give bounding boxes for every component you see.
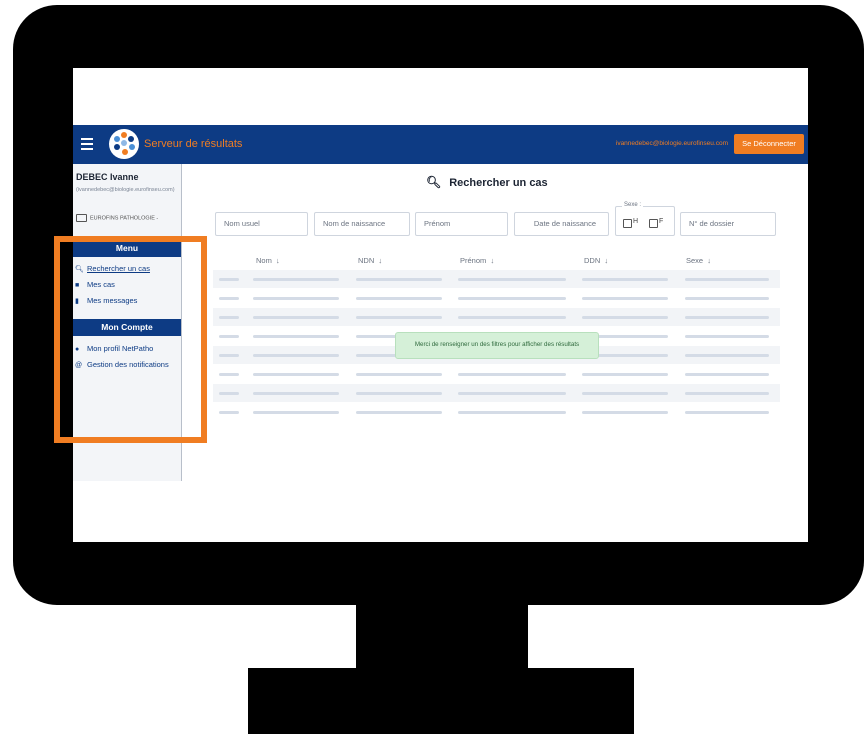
sexe-f-label: F: [659, 218, 664, 225]
skeleton-cell: [253, 354, 339, 357]
skeleton-cell: [458, 278, 566, 281]
column-header-nom[interactable]: Nom ↓: [256, 256, 280, 265]
skeleton-cell: [582, 411, 668, 414]
date-naissance-input[interactable]: Date de naissance: [514, 212, 609, 236]
skeleton-cell: [582, 316, 668, 319]
numero-dossier-input[interactable]: N° de dossier: [680, 212, 776, 236]
skeleton-cell: [356, 278, 442, 281]
skeleton-cell: [253, 278, 339, 281]
skeleton-cell: [458, 373, 566, 376]
organization-label: EUROFINS PATHOLOGIE -: [90, 215, 159, 222]
skeleton-cell: [356, 373, 442, 376]
column-header-prenom[interactable]: Prénom ↓: [460, 256, 494, 265]
monitor-stand-base: [248, 668, 634, 734]
column-header-ndn[interactable]: NDN ↓: [358, 256, 382, 265]
skeleton-cell: [356, 392, 442, 395]
arrow-down-icon: ↓: [707, 256, 712, 265]
skeleton-cell: [219, 411, 239, 414]
skeleton-cell: [253, 297, 339, 300]
monitor-stand-neck: [356, 600, 528, 672]
highlight-box: [54, 236, 207, 443]
skeleton-cell: [685, 335, 769, 338]
skeleton-cell: [253, 316, 339, 319]
hamburger-menu-icon[interactable]: [81, 138, 93, 150]
logout-button[interactable]: Se Déconnecter: [734, 134, 804, 154]
table-row: [213, 270, 780, 288]
skeleton-cell: [458, 297, 566, 300]
header-user-email[interactable]: ivannedebec@biologie.eurofinseu.com: [616, 140, 728, 147]
skeleton-cell: [219, 316, 239, 319]
sexe-f-checkbox[interactable]: [649, 219, 658, 228]
sidebar-user-email: (ivannedebec@biologie.eurofinseu.com): [76, 187, 175, 193]
sidebar-organization: EUROFINS PATHOLOGIE -: [76, 214, 158, 222]
skeleton-cell: [219, 335, 239, 338]
sexe-h-checkbox[interactable]: [623, 219, 632, 228]
eurofins-logo: [109, 129, 139, 159]
page-title-text: Rechercher un cas: [449, 177, 548, 189]
building-icon: [76, 214, 87, 222]
skeleton-cell: [356, 297, 442, 300]
skeleton-cell: [685, 354, 769, 357]
skeleton-cell: [219, 278, 239, 281]
sexe-h-label: H: [633, 218, 639, 225]
table-row: [213, 403, 780, 421]
skeleton-cell: [582, 373, 668, 376]
skeleton-cell: [253, 392, 339, 395]
table-row: [213, 384, 780, 402]
skeleton-cell: [685, 392, 769, 395]
sidebar-user-name: DEBEC Ivanne: [76, 172, 139, 182]
arrow-down-icon: ↓: [378, 256, 383, 265]
skeleton-cell: [458, 316, 566, 319]
skeleton-cell: [685, 411, 769, 414]
skeleton-cell: [356, 411, 442, 414]
skeleton-cell: [458, 411, 566, 414]
column-label: NDN: [358, 256, 375, 265]
skeleton-cell: [253, 411, 339, 414]
skeleton-cell: [685, 278, 769, 281]
skeleton-cell: [685, 297, 769, 300]
table-row: [213, 308, 780, 326]
skeleton-cell: [253, 373, 339, 376]
skeleton-cell: [219, 373, 239, 376]
skeleton-cell: [253, 335, 339, 338]
prenom-input[interactable]: Prénom: [415, 212, 508, 236]
main-content: 🔍︎ Rechercher un cas Nom usuel Nom de nai…: [181, 164, 808, 481]
column-header-ddn[interactable]: DDN ↓: [584, 256, 608, 265]
arrow-down-icon: ↓: [490, 256, 495, 265]
column-label: Sexe: [686, 256, 704, 265]
skeleton-cell: [356, 316, 442, 319]
table-row: [213, 289, 780, 307]
skeleton-cell: [582, 392, 668, 395]
sexe-filter: Sexe : H F: [615, 202, 675, 236]
table-row: [213, 365, 780, 383]
search-icon: 🔍︎: [426, 175, 442, 189]
column-label: Prénom: [460, 256, 487, 265]
sexe-label: Sexe :: [622, 202, 644, 208]
nom-naissance-input[interactable]: Nom de naissance: [314, 212, 410, 236]
app-title: Serveur de résultats: [144, 138, 243, 150]
nom-usuel-input[interactable]: Nom usuel: [215, 212, 308, 236]
skeleton-cell: [219, 354, 239, 357]
top-navbar: Serveur de résultats ivannedebec@biologi…: [73, 125, 808, 164]
arrow-down-icon: ↓: [604, 256, 609, 265]
skeleton-cell: [458, 392, 566, 395]
skeleton-cell: [582, 278, 668, 281]
skeleton-cell: [219, 297, 239, 300]
column-label: DDN: [584, 256, 601, 265]
arrow-down-icon: ↓: [276, 256, 280, 265]
info-message: Merci de renseigner un des filtres pour …: [395, 332, 599, 359]
column-label: Nom: [256, 256, 272, 265]
column-header-sexe[interactable]: Sexe ↓: [686, 256, 711, 265]
skeleton-cell: [685, 316, 769, 319]
skeleton-cell: [219, 392, 239, 395]
skeleton-cell: [685, 373, 769, 376]
page-title: 🔍︎ Rechercher un cas: [426, 175, 548, 189]
skeleton-cell: [582, 297, 668, 300]
